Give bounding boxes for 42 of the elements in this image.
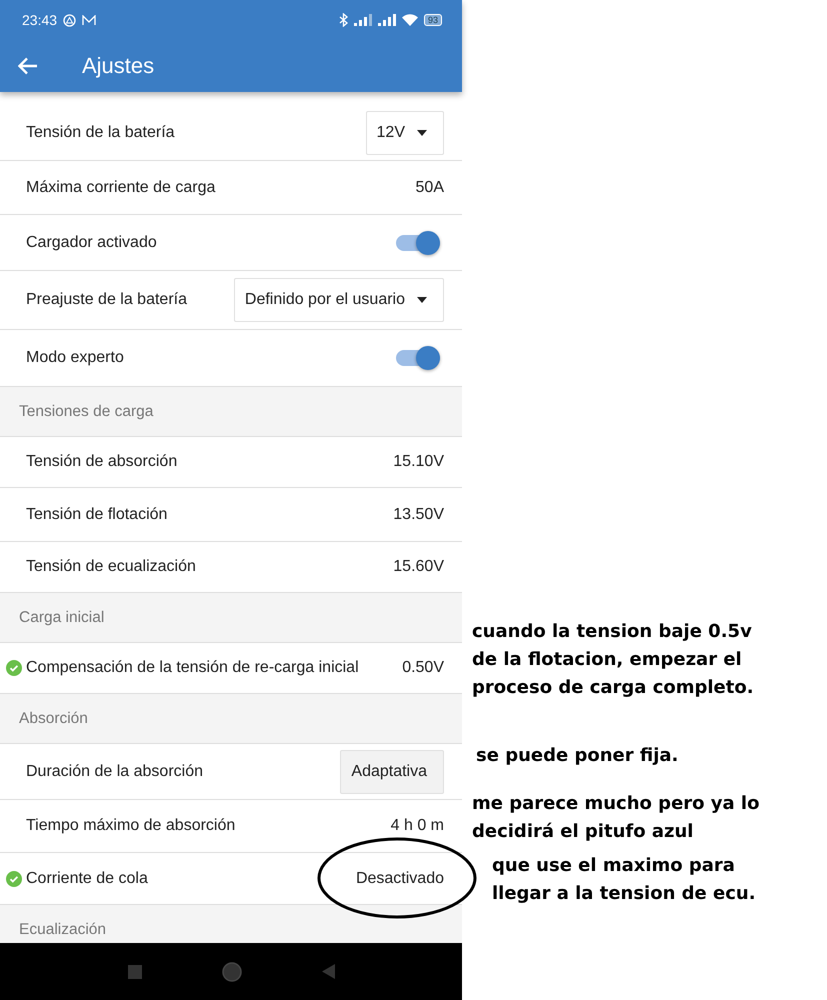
check-circle-icon [6,660,22,676]
setting-label: Tiempo máximo de absorción [26,817,236,835]
section-title: Carga inicial [19,608,104,626]
handwritten-note: que use el maximo para llegar a la tension de ecu. [492,854,757,906]
dropdown[interactable]: Definido por el usuario [234,278,444,322]
battery-level: 93 [424,14,442,26]
setting-label: Preajuste de la batería [26,291,188,309]
setting-label: Duración de la absorción [26,762,204,780]
check-circle-icon [6,870,22,886]
setting-label: Cargador activado [26,234,158,252]
option-button[interactable]: Adaptativa [340,750,444,794]
handwritten-note: cuando la tension baje 0.5v de la flotacion, empezar el proceso de carga completo. [472,620,755,700]
setting-label: Tensión de flotación [26,506,168,524]
dropdown[interactable]: 12V [366,111,444,155]
setting-value: 13.50V [393,506,444,524]
setting-value: 15.60V [393,558,444,576]
caret-icon [417,297,427,303]
section-title: Tensiones de carga [19,402,154,420]
setting-label: Tensión de ecualización [26,558,197,576]
setting-value: Desactivado [356,870,444,888]
signal-icon [354,14,372,26]
handwritten-note: se puede poner fija. [476,744,680,768]
setting-value: 4 h 0 m [390,817,444,835]
setting-label: Modo experto [26,349,125,367]
mail-icon [82,14,96,26]
section-title: Absorción [19,710,88,728]
setting-label: Máxima corriente de carga [26,178,216,196]
bluetooth-icon [338,13,348,27]
status-time: 23:43 [22,12,58,28]
setting-label: Corriente de cola [26,870,149,888]
caret-icon [417,130,427,136]
setting-value: 15.10V [393,453,444,471]
signal-icon [378,14,396,26]
setting-value: 0.50V [402,659,444,677]
setting-value: 50A [416,178,444,196]
back-arrow-icon[interactable] [18,57,38,75]
setting-label: Tensión de absorción [26,453,178,471]
screen-title: Ajustes [82,53,154,79]
wifi-icon [402,14,418,26]
section-title: Ecualización [19,920,106,938]
setting-label: Compensación de la tensión de re-carga inicial [26,659,360,677]
setting-label: Tensión de la batería [26,124,176,142]
